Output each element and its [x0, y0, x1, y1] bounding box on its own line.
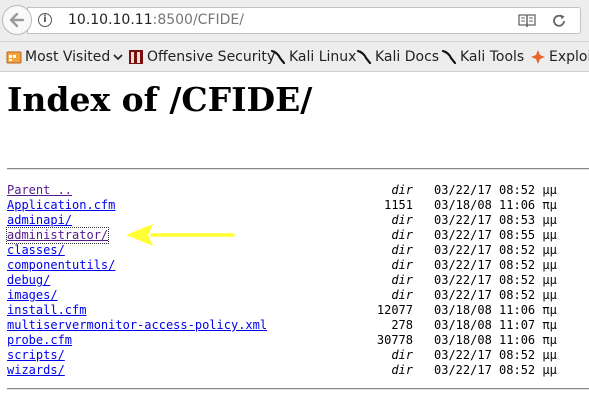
site-info-icon[interactable]: i [38, 13, 52, 27]
entry-size: 12077 [376, 303, 413, 317]
listing-row: adminapi/ dir 03/22/17 08:53 μμ [0, 213, 589, 228]
chevron-down-icon [113, 54, 123, 61]
directory-link[interactable]: images/ [7, 288, 58, 303]
bookmark-exploit-db[interactable]: Exploit [530, 48, 589, 66]
bookmark-label: Exploit [549, 49, 589, 65]
directory-link-administrator[interactable]: administrator/ [5, 227, 110, 244]
entry-date: 03/18/08 11:06 πμ [434, 198, 557, 212]
bookmark-label: Kali Linux [289, 49, 357, 65]
offsec-icon [129, 50, 143, 64]
bookmarks-toolbar: Most Visited Offensive Security Kali Lin… [0, 42, 589, 72]
page-title: Index of /CFIDE/ [7, 80, 313, 119]
entry-date: 03/22/17 08:52 μμ [434, 183, 557, 197]
top-divider [7, 168, 589, 170]
bookmark-offensive-security[interactable]: Offensive Security [128, 48, 275, 66]
listing-row: debug/ dir 03/22/17 08:52 μμ [0, 273, 589, 288]
listing-row: install.cfm 12077 03/18/08 11:06 πμ [0, 303, 589, 318]
url-host: 10.10.10.11 [68, 12, 153, 28]
bookmark-label: Offensive Security [147, 49, 276, 65]
bookmark-label: Kali Tools [460, 49, 525, 65]
entry-size: dir [391, 243, 413, 257]
listing-row: multiservermonitor-access-policy.xml 278… [0, 318, 589, 333]
bookmark-most-visited[interactable]: Most Visited [6, 48, 124, 66]
most-visited-icon [6, 51, 22, 64]
browser-toolbar: i 10.10.10.11:8500/CFIDE/ [0, 0, 589, 42]
file-link[interactable]: install.cfm [7, 303, 86, 318]
entry-size: dir [391, 288, 413, 302]
entry-date: 03/18/08 11:06 πμ [434, 303, 557, 317]
bookmark-kali-linux[interactable]: Kali Linux [270, 48, 356, 66]
bookmark-kali-tools[interactable]: Kali Tools [441, 48, 524, 66]
bottom-divider [7, 388, 589, 390]
directory-link[interactable]: debug/ [7, 273, 50, 288]
file-link[interactable]: Application.cfm [7, 198, 115, 213]
back-button[interactable] [2, 5, 32, 35]
file-link[interactable]: multiservermonitor-access-policy.xml [7, 318, 267, 333]
bookmark-label: Most Visited [25, 49, 111, 65]
url-text[interactable]: 10.10.10.11:8500/CFIDE/ [68, 12, 244, 28]
entry-date: 03/22/17 08:52 μμ [434, 273, 557, 287]
entry-size: dir [391, 213, 413, 227]
bookmark-label: Kali Docs [375, 49, 440, 65]
kali-dragon-icon [270, 49, 286, 65]
directory-link[interactable]: wizards/ [7, 363, 65, 378]
entry-date: 03/22/17 08:55 μμ [434, 228, 557, 242]
entry-size: 30778 [376, 333, 413, 347]
listing-row: Application.cfm 1151 03/18/08 11:06 πμ [0, 198, 589, 213]
directory-listing: Parent .. dir 03/22/17 08:52 μμ Applicat… [0, 183, 589, 378]
entry-size: dir [391, 258, 413, 272]
entry-size: dir [391, 363, 413, 377]
entry-date: 03/22/17 08:53 μμ [434, 213, 557, 227]
listing-row: componentutils/ dir 03/22/17 08:52 μμ [0, 258, 589, 273]
listing-row: wizards/ dir 03/22/17 08:52 μμ [0, 363, 589, 378]
entry-date: 03/22/17 08:52 μμ [434, 243, 557, 257]
reload-icon[interactable] [551, 13, 567, 29]
entry-size: 1151 [384, 198, 413, 212]
directory-link[interactable]: componentutils/ [7, 258, 115, 273]
back-arrow-icon [9, 12, 25, 28]
entry-size: dir [391, 348, 413, 362]
entry-date: 03/22/17 08:52 μμ [434, 348, 557, 362]
listing-row: Parent .. dir 03/22/17 08:52 μμ [0, 183, 589, 198]
entry-size: dir [391, 228, 413, 242]
file-link[interactable]: probe.cfm [7, 333, 72, 348]
url-path: :8500/CFIDE/ [152, 12, 244, 28]
url-bar[interactable]: i 10.10.10.11:8500/CFIDE/ [27, 7, 581, 34]
listing-row: images/ dir 03/22/17 08:52 μμ [0, 288, 589, 303]
entry-date: 03/18/08 11:06 πμ [434, 333, 557, 347]
entry-date: 03/18/08 11:07 πμ [434, 318, 557, 332]
directory-link[interactable]: scripts/ [7, 348, 65, 363]
parent-directory-link[interactable]: Parent .. [7, 183, 72, 198]
entry-date: 03/22/17 08:52 μμ [434, 258, 557, 272]
entry-size: dir [391, 183, 413, 197]
listing-row: probe.cfm 30778 03/18/08 11:06 πμ [0, 333, 589, 348]
listing-row: administrator/ dir 03/22/17 08:55 μμ [0, 227, 589, 244]
entry-size: 278 [391, 318, 413, 332]
directory-link[interactable]: adminapi/ [7, 213, 72, 228]
exploit-db-icon [531, 50, 545, 64]
listing-row: classes/ dir 03/22/17 08:52 μμ [0, 243, 589, 258]
directory-link[interactable]: classes/ [7, 243, 65, 258]
entry-size: dir [391, 273, 413, 287]
annotation-arrow-icon [126, 224, 235, 246]
kali-dragon-icon [441, 49, 457, 65]
reader-view-icon[interactable] [518, 13, 536, 29]
kali-dragon-icon [356, 49, 372, 65]
entry-date: 03/22/17 08:52 μμ [434, 363, 557, 377]
listing-row: scripts/ dir 03/22/17 08:52 μμ [0, 348, 589, 363]
bookmark-kali-docs[interactable]: Kali Docs [356, 48, 439, 66]
entry-date: 03/22/17 08:52 μμ [434, 288, 557, 302]
